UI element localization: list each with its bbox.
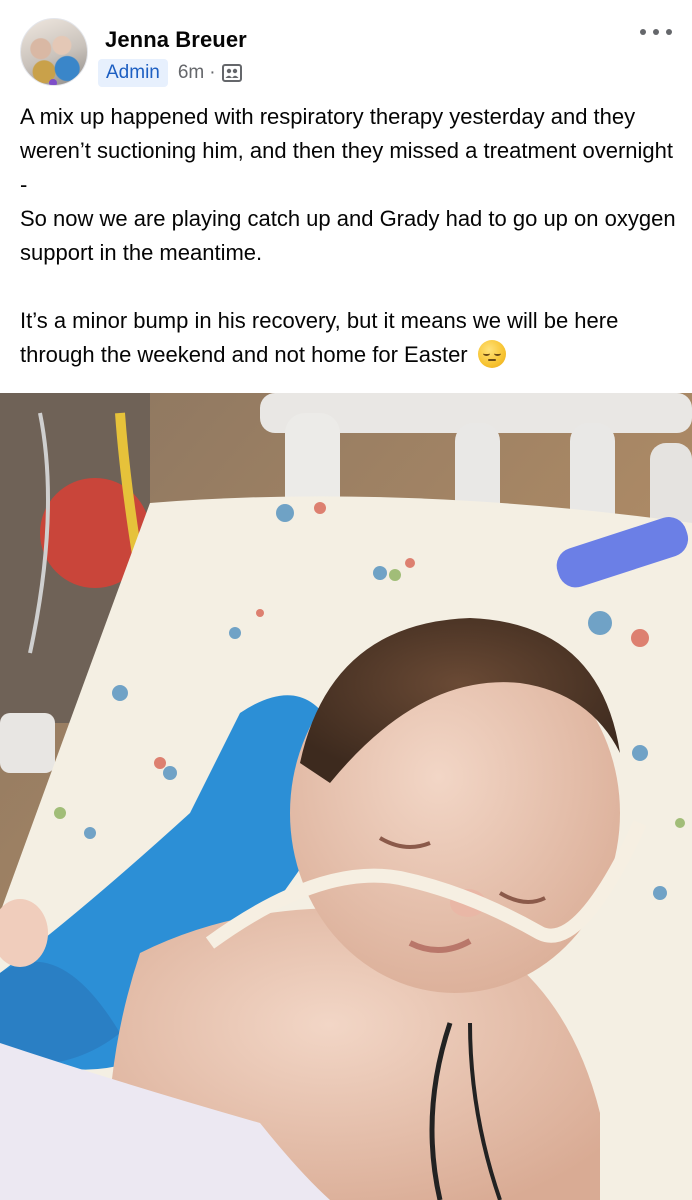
author-avatar[interactable] (20, 18, 88, 86)
post-time[interactable]: 6m (178, 62, 204, 84)
post-meta: Admin 6m · (98, 58, 242, 88)
post-paragraph-last: It’s a minor bump in his recovery, but i… (20, 304, 680, 372)
more-options-icon[interactable] (640, 22, 672, 42)
post-paragraph: A mix up happened with respiratory thera… (20, 104, 674, 197)
author-name[interactable]: Jenna Breuer (105, 27, 247, 53)
post-paragraph: So now we are playing catch up and Grady… (20, 206, 676, 265)
post-header: Jenna Breuer Admin 6m · (0, 0, 692, 92)
pensive-face-emoji (477, 340, 506, 368)
post-photo[interactable] (0, 393, 692, 1200)
post-body: A mix up happened with respiratory thera… (20, 100, 680, 372)
meta-separator: · (209, 62, 216, 83)
admin-badge: Admin (98, 59, 168, 87)
avatar-badge (49, 79, 57, 85)
group-icon (221, 63, 242, 83)
post-paragraph-text: It’s a minor bump in his recovery, but i… (20, 308, 619, 367)
